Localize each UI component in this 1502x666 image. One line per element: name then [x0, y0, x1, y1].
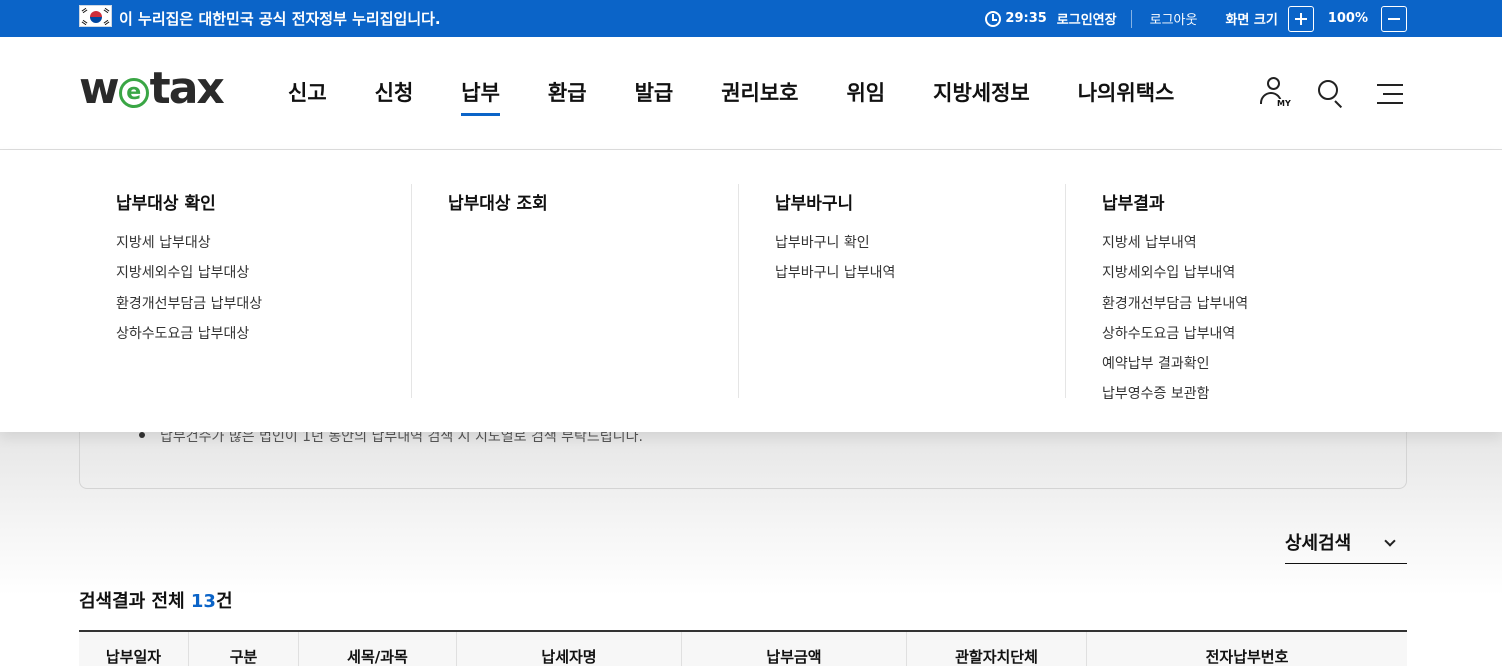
zoom-out-button[interactable]: [1381, 5, 1407, 32]
mega-link[interactable]: 납부영수증 보관함: [1102, 379, 1407, 409]
mega-link[interactable]: 납부바구니 납부내역: [775, 258, 1066, 288]
mega-link[interactable]: 납부바구니 확인: [775, 228, 1066, 258]
divider: [1130, 9, 1132, 28]
logo-letter-e: e: [118, 78, 149, 108]
hamburger-menu-icon[interactable]: [1374, 77, 1406, 109]
mega-title[interactable]: 납부결과: [1102, 189, 1407, 214]
result-number: 13: [190, 591, 216, 612]
mega-title[interactable]: 납부바구니: [775, 189, 1066, 214]
mega-col-payment-target: 납부대상 확인 지방세 납부대상 지방세외수입 납부대상 환경개선부담금 납부대…: [80, 184, 412, 398]
mega-link[interactable]: 환경개선부담금 납부대상: [116, 289, 412, 319]
detail-search-toggle[interactable]: 상세검색: [1285, 529, 1407, 564]
session-controls: 29:35 로그인연장 로그아웃 화면 크기 100%: [985, 0, 1407, 37]
mega-link[interactable]: 지방세외수입 납부내역: [1102, 258, 1407, 288]
zoom-in-button[interactable]: [1287, 5, 1314, 32]
mega-col-payment-inquiry: 납부대상 조회: [411, 184, 738, 398]
logout-button[interactable]: 로그아웃: [1150, 9, 1198, 28]
zoom-label: 화면 크기: [1225, 13, 1278, 28]
nav-item-payment[interactable]: 납부: [437, 37, 524, 150]
gov-banner: 이 누리집은 대한민국 공식 전자정부 누리집입니다. 29:35 로그인연장 …: [0, 0, 1502, 37]
gov-banner-text[interactable]: 이 누리집은 대한민국 공식 전자정부 누리집입니다.: [119, 8, 441, 29]
col-amount: 납부금액: [682, 632, 907, 666]
logo-letters-tax: tax: [149, 63, 225, 114]
korea-flag-icon: [79, 5, 112, 27]
main-nav: 신고 신청 납부 환급 발급 권리보호 위임 지방세정보 나의위택스: [264, 37, 1198, 150]
col-jurisdiction: 관할자치단체: [907, 632, 1087, 666]
mega-link[interactable]: 지방세 납부내역: [1102, 228, 1407, 258]
mega-title[interactable]: 납부대상 조회: [448, 189, 738, 214]
nav-item-my-wetax[interactable]: 나의위택스: [1054, 37, 1199, 150]
col-taxpayer: 납세자명: [457, 632, 682, 666]
search-icon[interactable]: [1316, 77, 1348, 109]
detail-search-label: 상세검색: [1285, 533, 1352, 554]
clock-icon: [985, 10, 1002, 27]
result-suffix: 건: [215, 591, 233, 612]
session-timer: 29:35: [1005, 11, 1047, 26]
nav-item-issue[interactable]: 발급: [611, 37, 698, 150]
results-table-header: 납부일자 구분 세목/과목 납세자명 납부금액 관할자치단체 전자납부번호: [79, 630, 1407, 666]
nav-item-rights[interactable]: 권리보호: [697, 37, 822, 150]
mega-col-payment-result: 납부결과 지방세 납부내역 지방세외수입 납부내역 환경개선부담금 납부내역 상…: [1065, 184, 1407, 402]
col-tax-item: 세목/과목: [299, 632, 457, 666]
nav-item-apply[interactable]: 신청: [351, 37, 438, 150]
nav-item-report[interactable]: 신고: [264, 37, 351, 150]
result-prefix: 검색결과 전체: [79, 591, 191, 612]
wetax-logo[interactable]: w e tax: [79, 67, 225, 111]
bullet-icon: [139, 432, 145, 438]
nav-item-local-tax-info[interactable]: 지방세정보: [909, 37, 1054, 150]
login-extend-button[interactable]: 로그인연장: [1057, 9, 1117, 28]
mega-link[interactable]: 지방세 납부대상: [116, 228, 412, 258]
zoom-value: 100%: [1327, 11, 1368, 26]
site-header: w e tax 신고 신청 납부 환급 발급 권리보호 위임 지방세정보 나의위택스…: [0, 37, 1502, 150]
payment-mega-menu: 납부대상 확인 지방세 납부대상 지방세외수입 납부대상 환경개선부담금 납부대…: [0, 150, 1502, 432]
mega-link[interactable]: 지방세외수입 납부대상: [116, 258, 412, 288]
logo-letter-w: w: [79, 63, 120, 114]
chevron-down-icon: [1384, 535, 1396, 547]
nav-item-refund[interactable]: 환급: [524, 37, 611, 150]
col-payment-date: 납부일자: [79, 632, 189, 666]
mega-link[interactable]: 예약납부 결과확인: [1102, 349, 1407, 379]
mega-link[interactable]: 환경개선부담금 납부내역: [1102, 289, 1407, 319]
col-e-payment-number: 전자납부번호: [1205, 648, 1289, 666]
mega-col-payment-basket: 납부바구니 납부바구니 확인 납부바구니 납부내역: [738, 184, 1066, 398]
result-count: 검색결과 전체 13건: [79, 587, 233, 613]
mega-link[interactable]: 상하수도요금 납부대상: [116, 319, 412, 349]
mega-link[interactable]: 상하수도요금 납부내역: [1102, 319, 1407, 349]
col-type: 구분: [189, 632, 299, 666]
nav-item-delegation[interactable]: 위임: [822, 37, 909, 150]
mega-title[interactable]: 납부대상 확인: [116, 189, 412, 214]
my-label: MY: [1276, 99, 1292, 108]
my-page-icon[interactable]: MY: [1258, 77, 1292, 109]
